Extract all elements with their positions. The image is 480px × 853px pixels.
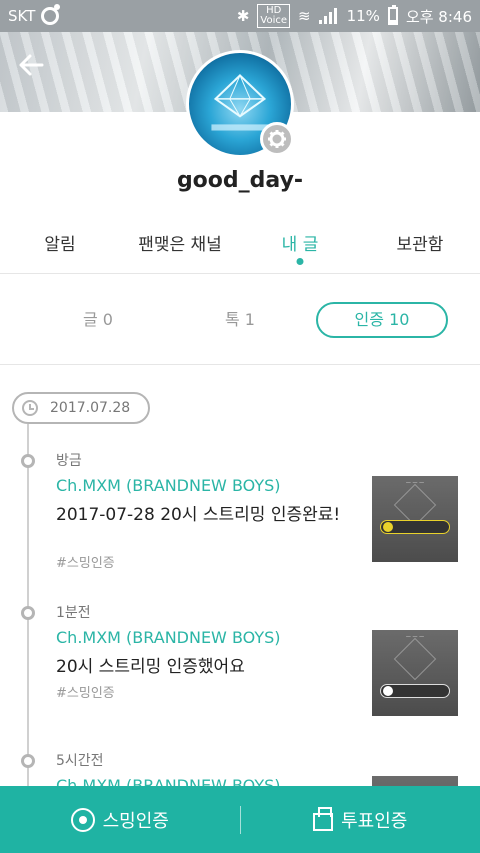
- filter-posts[interactable]: 글 0: [58, 302, 138, 338]
- wifi-icon: ≋: [298, 7, 311, 25]
- carrier-label: SKT: [8, 7, 36, 25]
- post-channel[interactable]: Ch.MXM (BRANDNEW BOYS): [56, 628, 281, 647]
- post-body: 2017-07-28 20시 스트리밍 인증완료!: [56, 505, 341, 525]
- clock-icon: [22, 400, 38, 416]
- clock-time: 오후 8:46: [405, 7, 472, 26]
- battery-percent: 11%: [346, 7, 380, 25]
- post-tag[interactable]: #스밍인증: [56, 552, 115, 571]
- tab-my-posts[interactable]: 내 글: [240, 224, 360, 273]
- date-header: 2017.07.28: [12, 392, 150, 424]
- signal-icon: [318, 8, 339, 24]
- profile-username: good_day-: [176, 168, 304, 193]
- ballot-icon: [313, 806, 334, 831]
- section-divider: [0, 364, 480, 365]
- date-label: 2017.07.28: [50, 400, 131, 416]
- filter-talk[interactable]: 톡 1: [200, 302, 280, 338]
- post-thumbnail[interactable]: — — —: [372, 630, 458, 716]
- streaming-verify-button[interactable]: 스밍인증: [0, 786, 240, 853]
- tab-fan-channels[interactable]: 팬맺은 채널: [120, 224, 240, 273]
- post-tag[interactable]: #스밍인증: [56, 682, 115, 701]
- streaming-verify-label: 스밍인증: [102, 810, 169, 832]
- tab-archive[interactable]: 보관함: [360, 224, 480, 273]
- status-bar: SKT ✱ HD Voice ≋ 11% 오후 8:46: [0, 0, 480, 32]
- carrier-logo-icon: [41, 4, 61, 25]
- back-arrow-icon[interactable]: [16, 50, 48, 80]
- post-type-filter: 글 0 톡 1 인증 10: [0, 300, 480, 340]
- post-time: 방금: [56, 453, 82, 469]
- disc-icon: [70, 807, 95, 832]
- timeline-node: [21, 454, 35, 468]
- post-channel[interactable]: Ch.MXM (BRANDNEW BOYS): [56, 476, 281, 495]
- vote-verify-button[interactable]: 투표인증: [241, 786, 480, 853]
- settings-gear-icon[interactable]: [260, 122, 294, 156]
- filter-verification[interactable]: 인증 10: [316, 302, 448, 338]
- main-tabs: 알림 팬맺은 채널 내 글 보관함: [0, 224, 480, 274]
- hd-voice-icon: HD Voice: [257, 4, 291, 28]
- timeline-node: [21, 754, 35, 768]
- post-body: 20시 스트리밍 인증했어요: [56, 657, 245, 677]
- battery-icon: [387, 5, 398, 25]
- vote-verify-label: 투표인증: [341, 810, 408, 832]
- post-thumbnail[interactable]: — — —: [372, 476, 458, 562]
- bottom-action-bar: 스밍인증 투표인증: [0, 786, 480, 853]
- timeline-node: [21, 606, 35, 620]
- post-time: 5시간전: [56, 753, 104, 769]
- post-time: 1분전: [56, 605, 91, 621]
- tab-notifications[interactable]: 알림: [0, 224, 120, 273]
- bluetooth-icon: ✱: [236, 7, 250, 25]
